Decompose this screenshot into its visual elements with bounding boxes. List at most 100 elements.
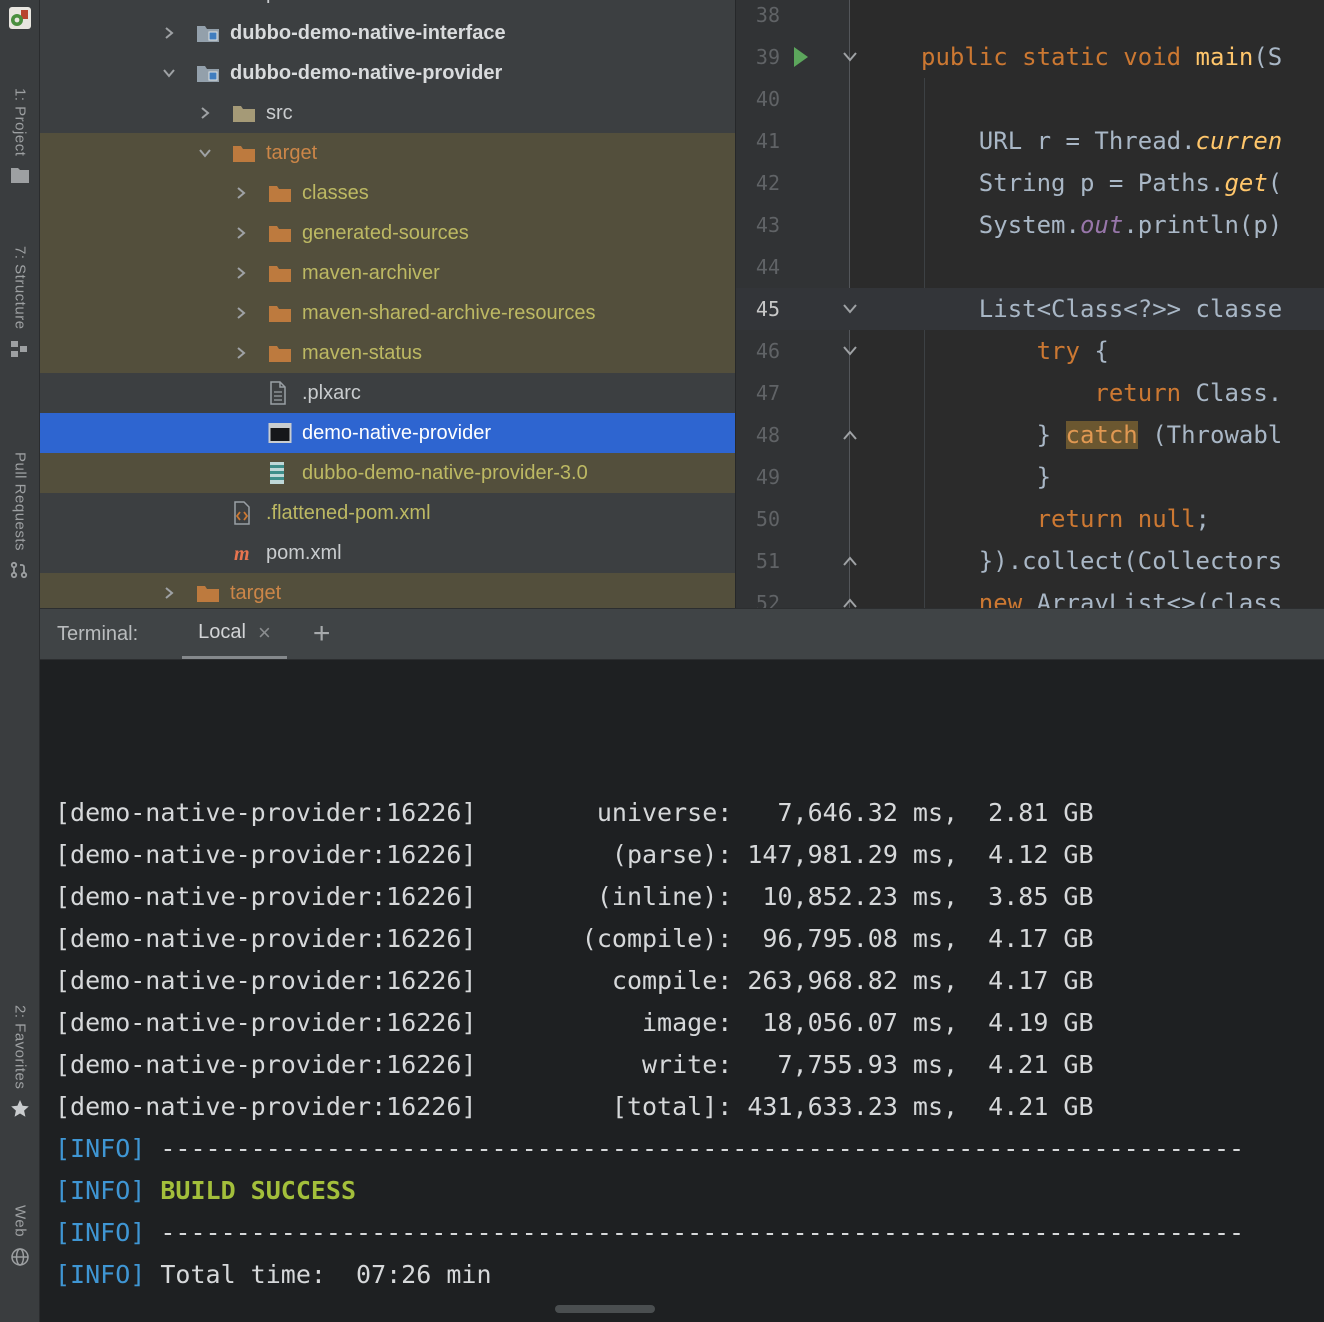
editor-line-47: 47 return Class. [736,372,1324,414]
tool-button-7-structure[interactable]: 7: Structure [0,246,40,360]
run-gutter-icon[interactable] [794,47,808,67]
binary-icon [268,421,294,445]
tree-row-dubbo-demo-native-interface[interactable]: dubbo-demo-native-interface [40,13,735,53]
fold-up-icon[interactable] [841,428,859,442]
chevron-right-icon[interactable] [234,346,268,360]
tree-row-plxarc[interactable]: .plxarc [40,373,735,413]
tool-button-label: Pull Requests [12,452,29,551]
close-tab-icon[interactable]: × [258,622,271,644]
line-number: 43 [736,204,780,246]
code-line: new ArrayList<>(class [921,582,1282,608]
editor-line-52: 52 new ArrayList<>(class [736,582,1324,608]
line-number: 41 [736,120,780,162]
terminal-line: [demo-native-provider:16226] (compile): … [55,918,1324,960]
module-icon [196,21,222,45]
chevron-right-icon[interactable] [234,266,268,280]
fold-down-icon[interactable] [841,302,859,316]
terminal-line: [demo-native-provider:16226] (inline): 1… [55,876,1324,918]
editor-line-39: 39public static void main(S [736,36,1324,78]
tool-button-1-project[interactable]: 1: Project [0,88,40,186]
line-number: 39 [736,36,780,78]
ide-window: 1: Project 7: Structure Pull Requests 2: Fa… [0,0,1324,1322]
tree-item-label: dubbo-demo-native-provider [230,62,502,85]
line-number: 52 [736,582,780,608]
svg-text:m: m [234,543,250,565]
tool-button-web[interactable]: Web [0,1205,40,1267]
terminal-hscrollbar[interactable] [40,1296,1324,1322]
terminal-line: [demo-native-provider:16226] universe: 7… [55,792,1324,834]
new-terminal-tab-button[interactable]: + [313,619,331,649]
chevron-right-icon[interactable] [162,26,196,40]
code-line: } catch (Throwabl [921,414,1282,456]
globe-icon [10,1247,30,1267]
tree-row-dubbo-demo-native-provider[interactable]: dubbo-demo-native-provider [40,53,735,93]
tool-window-bar: 1: Project 7: Structure Pull Requests 2: Fa… [0,0,40,1322]
project-tree-panel[interactable]: mpom.xmldubbo-demo-native-interfacedubbo… [40,0,735,608]
code-line: URL r = Thread.curren [921,120,1282,162]
chevron-down-icon[interactable] [162,66,196,80]
tree-row-target[interactable]: target [40,573,735,608]
terminal-line: [demo-native-provider:16226] (parse): 14… [55,834,1324,876]
terminal-panel: Terminal: Local × + [demo-native-provide… [40,608,1324,1322]
fold-down-icon[interactable] [841,344,859,358]
maven-icon: m [232,541,258,565]
line-number: 48 [736,414,780,456]
chevron-right-icon[interactable] [234,186,268,200]
tree-item-label: classes [302,182,369,205]
tree-row-maven-status[interactable]: maven-status [40,333,735,373]
tree-row-flattened-pom-xml[interactable]: .flattened-pom.xml [40,493,735,533]
line-number: 49 [736,456,780,498]
tree-row-classes[interactable]: classes [40,173,735,213]
tree-row-maven-archiver[interactable]: maven-archiver [40,253,735,293]
editor-line-41: 41 URL r = Thread.curren [736,120,1324,162]
terminal-output[interactable]: [demo-native-provider:16226] universe: 7… [40,660,1324,1322]
tool-button-pull-requests[interactable]: Pull Requests [0,452,40,581]
chevron-down-icon[interactable] [198,146,232,160]
terminal-tab-local[interactable]: Local × [182,609,287,659]
terminal-line: [demo-native-provider:16226] [total]: 43… [55,1086,1324,1128]
fold-up-icon[interactable] [841,554,859,568]
editor-lines: 3839public static void main(S4041 URL r … [736,0,1324,608]
folder-ex-icon [268,221,294,245]
module-icon [196,61,222,85]
tree-item-label: maven-status [302,342,422,365]
tree-row-generated-sources[interactable]: generated-sources [40,213,735,253]
line-number: 45 [736,288,780,330]
structure-icon [10,340,30,360]
chevron-right-icon[interactable] [162,586,196,600]
scrollbar-thumb[interactable] [555,1305,655,1313]
code-line: return null; [921,498,1210,540]
code-line: return Class. [921,372,1282,414]
tree-row-src[interactable]: src [40,93,735,133]
tree-row-maven-shared-archive-resources[interactable]: maven-shared-archive-resources [40,293,735,333]
tree-row-pom-xml[interactable]: mpom.xml [40,0,735,13]
tree-row-pom-xml[interactable]: mpom.xml [40,533,735,573]
editor-line-40: 40 [736,78,1324,120]
tree-row-demo-native-provider[interactable]: demo-native-provider [40,413,735,453]
tree-item-label: generated-sources [302,222,469,245]
code-line: try { [921,330,1109,372]
terminal-line: [INFO] Total time: 07:26 min [55,1254,1324,1296]
code-editor[interactable]: 3839public static void main(S4041 URL r … [735,0,1324,608]
folder-ex-icon [232,141,258,165]
chevron-right-icon[interactable] [234,226,268,240]
app-icon[interactable] [8,6,32,30]
tree-item-label: dubbo-demo-native-provider-3.0 [302,462,588,485]
tool-button-2-favorites[interactable]: 2: Favorites [0,1005,40,1119]
folder-ex-icon [268,181,294,205]
svg-text:m: m [234,0,250,5]
fold-up-icon[interactable] [841,596,859,608]
file-icon [268,381,294,405]
editor-line-43: 43 System.out.println(p) [736,204,1324,246]
chevron-right-icon[interactable] [234,306,268,320]
fold-down-icon[interactable] [841,50,859,64]
editor-line-44: 44 [736,246,1324,288]
tree-item-label: demo-native-provider [302,422,491,445]
code-line: String p = Paths.get( [921,162,1282,204]
chevron-right-icon[interactable] [198,106,232,120]
line-number: 42 [736,162,780,204]
tree-row-dubbo-demo-native-provider-3-0[interactable]: dubbo-demo-native-provider-3.0 [40,453,735,493]
tree-row-target[interactable]: target [40,133,735,173]
editor-line-45: 45 List<Class<?>> classe [736,288,1324,330]
code-line: List<Class<?>> classe [921,288,1282,330]
